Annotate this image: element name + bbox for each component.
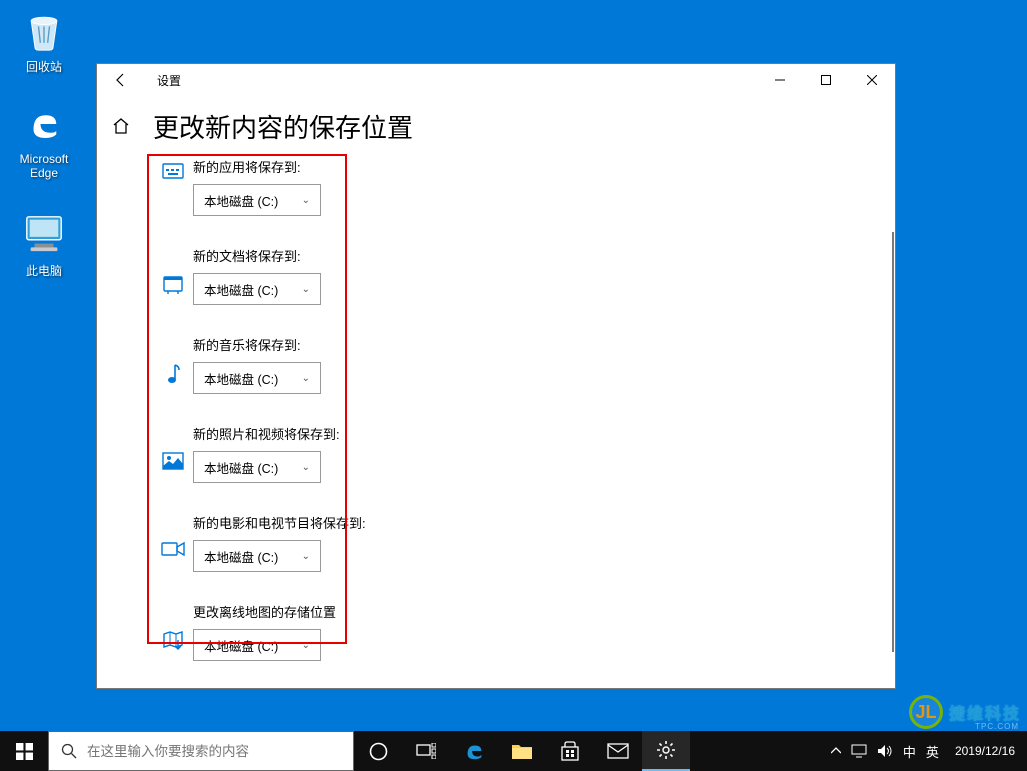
system-tray: 中 英 2019/12/16 — [825, 731, 1027, 771]
desktop-icon-this-pc[interactable]: 此电脑 — [6, 210, 82, 279]
tray-display-icon[interactable] — [851, 744, 867, 758]
tray-volume-icon[interactable] — [877, 744, 893, 758]
cortana-icon[interactable] — [354, 731, 402, 771]
search-box[interactable] — [48, 731, 354, 771]
desktop-icon-edge[interactable]: Microsoft Edge — [6, 100, 82, 180]
setting-label: 新的照片和视频将保存到: — [193, 424, 875, 443]
page-title: 更改新内容的保存位置 — [153, 108, 875, 145]
dropdown-value: 本地磁盘 (C:) — [204, 636, 278, 655]
watermark-logo: JL — [909, 695, 943, 729]
window-title: 设置 — [157, 72, 181, 89]
dropdown-photos[interactable]: 本地磁盘 (C:) ⌄ — [193, 451, 321, 483]
setting-label: 新的音乐将保存到: — [193, 335, 875, 354]
setting-label: 更改离线地图的存储位置 — [193, 602, 875, 621]
photos-icon — [153, 424, 193, 470]
music-icon — [153, 335, 193, 385]
watermark-brand: 捷维科技 — [949, 700, 1021, 724]
watermark: JL 捷维科技 TPC.COM — [909, 695, 1021, 729]
settings-main: 更改新内容的保存位置 新的应用将保存到: 本地磁盘 (C:) ⌄ — [145, 108, 895, 688]
setting-row-apps: 新的应用将保存到: 本地磁盘 (C:) ⌄ — [153, 157, 875, 216]
desktop-icon-label: Microsoft Edge — [20, 152, 69, 180]
taskbar: 中 英 2019/12/16 — [0, 731, 1027, 771]
maps-icon — [153, 602, 193, 650]
chevron-down-icon: ⌄ — [302, 284, 310, 295]
desktop-icon-label: 此电脑 — [26, 264, 62, 278]
dropdown-maps[interactable]: 本地磁盘 (C:) ⌄ — [193, 629, 321, 661]
recycle-bin-icon — [20, 6, 68, 54]
watermark-sub: TPC.COM — [975, 722, 1019, 731]
search-icon — [61, 743, 77, 759]
dropdown-value: 本地磁盘 (C:) — [204, 547, 278, 566]
taskbar-settings-icon[interactable] — [642, 731, 690, 771]
dropdown-music[interactable]: 本地磁盘 (C:) ⌄ — [193, 362, 321, 394]
chevron-down-icon: ⌄ — [302, 551, 310, 562]
home-icon[interactable] — [111, 116, 131, 136]
tray-chevron-icon[interactable] — [831, 747, 841, 755]
window-content: 更改新内容的保存位置 新的应用将保存到: 本地磁盘 (C:) ⌄ — [97, 96, 895, 688]
taskbar-mail-icon[interactable] — [594, 731, 642, 771]
dropdown-value: 本地磁盘 (C:) — [204, 280, 278, 299]
chevron-down-icon: ⌄ — [302, 373, 310, 384]
scrollbar[interactable] — [892, 232, 894, 652]
setting-row-maps: 更改离线地图的存储位置 本地磁盘 (C:) ⌄ — [153, 602, 875, 661]
setting-label: 新的应用将保存到: — [193, 157, 875, 176]
dropdown-value: 本地磁盘 (C:) — [204, 191, 278, 210]
task-view-icon[interactable] — [402, 731, 450, 771]
setting-row-music: 新的音乐将保存到: 本地磁盘 (C:) ⌄ — [153, 335, 875, 394]
dropdown-movies[interactable]: 本地磁盘 (C:) ⌄ — [193, 540, 321, 572]
dropdown-value: 本地磁盘 (C:) — [204, 458, 278, 477]
back-button[interactable] — [105, 64, 137, 96]
dropdown-apps[interactable]: 本地磁盘 (C:) ⌄ — [193, 184, 321, 216]
chevron-down-icon: ⌄ — [302, 462, 310, 473]
minimize-button[interactable] — [757, 64, 803, 96]
chevron-down-icon: ⌄ — [302, 640, 310, 651]
movies-icon — [153, 513, 193, 557]
apps-icon — [153, 157, 193, 181]
setting-label: 新的电影和电视节目将保存到: — [193, 513, 875, 532]
setting-row-movies: 新的电影和电视节目将保存到: 本地磁盘 (C:) ⌄ — [153, 513, 875, 572]
titlebar: 设置 — [97, 64, 895, 96]
start-button[interactable] — [0, 731, 48, 771]
desktop-icon-label: 回收站 — [26, 60, 62, 74]
search-input[interactable] — [87, 744, 341, 759]
maximize-button[interactable] — [803, 64, 849, 96]
chevron-down-icon: ⌄ — [302, 195, 310, 206]
desktop-icon-recycle-bin[interactable]: 回收站 — [6, 6, 82, 75]
ime-indicator-1[interactable]: 中 — [903, 742, 916, 761]
taskbar-edge-icon[interactable] — [450, 731, 498, 771]
dropdown-documents[interactable]: 本地磁盘 (C:) ⌄ — [193, 273, 321, 305]
settings-window: 设置 更改新内容的保存位置 新的应用将保存到: 本地 — [96, 63, 896, 689]
tray-date: 2019/12/16 — [955, 744, 1015, 758]
dropdown-value: 本地磁盘 (C:) — [204, 369, 278, 388]
setting-row-photos: 新的照片和视频将保存到: 本地磁盘 (C:) ⌄ — [153, 424, 875, 483]
ime-indicator-2[interactable]: 英 — [926, 742, 939, 761]
window-controls — [757, 64, 895, 96]
taskbar-explorer-icon[interactable] — [498, 731, 546, 771]
documents-icon — [153, 246, 193, 294]
setting-row-documents: 新的文档将保存到: 本地磁盘 (C:) ⌄ — [153, 246, 875, 305]
this-pc-icon — [20, 210, 68, 258]
setting-label: 新的文档将保存到: — [193, 246, 875, 265]
close-button[interactable] — [849, 64, 895, 96]
taskbar-store-icon[interactable] — [546, 731, 594, 771]
tray-clock[interactable]: 2019/12/16 — [949, 744, 1021, 758]
edge-icon — [20, 100, 68, 148]
